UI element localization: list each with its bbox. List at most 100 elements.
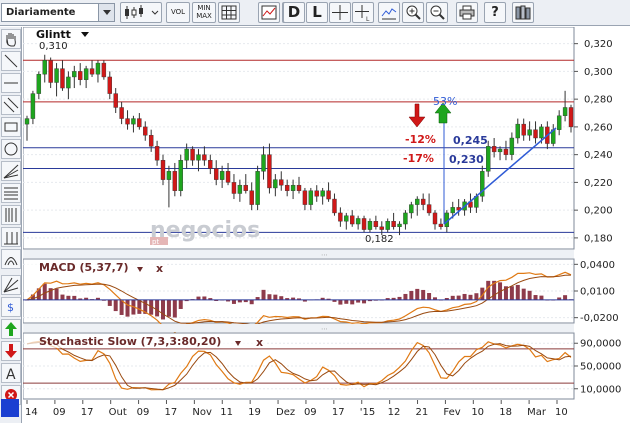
macd-axis: 0,0400 0,0100 -0,0200 — [574, 260, 619, 324]
macd-bar — [202, 296, 207, 300]
line-label: L — [312, 3, 322, 21]
macd-bar — [279, 296, 284, 300]
macd-bar — [137, 299, 142, 314]
splitter-grip-2[interactable]: ⋯ — [321, 325, 328, 333]
candle — [54, 68, 59, 83]
price-tick-label: 0,260 — [584, 122, 613, 133]
candle — [521, 123, 526, 136]
period-select[interactable]: Diariamente — [1, 3, 115, 22]
candle — [101, 62, 107, 78]
channel-tool-button[interactable] — [1, 95, 21, 115]
print-icon — [459, 5, 475, 20]
x-tick-label: 17 — [332, 407, 345, 418]
help-button[interactable]: ? — [484, 2, 506, 23]
macd-close-button[interactable]: x — [156, 262, 163, 275]
candle — [60, 68, 65, 89]
indicators-button[interactable] — [258, 2, 280, 23]
fibonacci-tool-button[interactable] — [1, 183, 21, 203]
library-button[interactable] — [512, 2, 534, 23]
macd-bar — [249, 299, 254, 305]
draw-tools-button[interactable] — [378, 2, 400, 23]
macd-label: MACD (5,37,7) — [39, 261, 129, 274]
panel-splitter-2[interactable] — [23, 324, 574, 332]
line-button[interactable]: L — [306, 2, 328, 23]
candle — [290, 184, 296, 191]
candle — [190, 148, 195, 161]
speed-lines-icon — [3, 277, 19, 293]
low-value-label: 0,182 — [365, 234, 394, 245]
crosshair-values-button[interactable]: L — [352, 2, 374, 23]
zoom-in-button[interactable] — [402, 2, 424, 23]
grid-button[interactable] — [218, 2, 240, 23]
candle — [72, 71, 77, 78]
watermark: negocios pt — [150, 218, 260, 246]
hand-icon — [6, 33, 16, 47]
macd-bar — [515, 284, 520, 300]
chart-type-button[interactable] — [120, 2, 162, 23]
splitter-grip[interactable]: ⋯ — [321, 251, 328, 259]
candle — [273, 179, 278, 189]
top-value-label: 0,310 — [39, 41, 68, 52]
candle — [261, 154, 266, 172]
cycle-tool-button[interactable] — [1, 227, 21, 247]
candle — [415, 198, 420, 205]
text-tool-button[interactable]: A — [1, 363, 21, 383]
dollar-icon: $ — [7, 301, 14, 314]
price-tick-label: 0,300 — [584, 67, 613, 78]
ellipse-tool-button[interactable] — [1, 139, 21, 159]
minmax-button[interactable]: MIN MAX — [192, 2, 216, 23]
color-swatch[interactable] — [1, 399, 19, 417]
candle — [338, 212, 343, 222]
macd-bar — [468, 294, 473, 300]
macd-bar — [509, 286, 514, 300]
candle — [42, 60, 47, 75]
zoom-out-button[interactable] — [426, 2, 448, 23]
x-tick-label: 14 — [25, 407, 38, 418]
macd-bar — [125, 299, 130, 317]
candle — [24, 118, 30, 125]
candle — [497, 148, 503, 153]
candle — [355, 218, 361, 225]
volume-button[interactable]: VOL — [166, 2, 190, 23]
candle — [450, 207, 455, 214]
fib-grid-tool-button[interactable] — [1, 205, 21, 225]
candle — [148, 135, 154, 147]
chart-area: negocios pt 53% -12% -17% 0,245 0,230 0,… — [23, 27, 621, 423]
daily-button[interactable]: D — [283, 2, 305, 23]
macd-bar — [166, 299, 171, 317]
panel-splitter[interactable] — [23, 250, 574, 258]
candle — [154, 146, 160, 161]
x-tick-label: Nov — [192, 407, 212, 418]
candle — [373, 221, 379, 228]
arc-tool-button[interactable] — [1, 249, 21, 269]
price-tick-label: 0,240 — [584, 150, 613, 161]
candle — [125, 118, 130, 125]
daily-label: D — [287, 3, 301, 21]
fan-tool-button[interactable] — [1, 161, 21, 181]
chevron-down-icon[interactable] — [98, 4, 114, 21]
macd-bar — [261, 289, 266, 300]
x-tick-label: 17 — [81, 407, 94, 418]
candle — [131, 118, 136, 125]
candle — [403, 212, 408, 225]
candle — [279, 179, 284, 186]
stoch-close-button[interactable]: x — [256, 336, 263, 349]
arrow-up-icon — [5, 322, 17, 336]
print-button[interactable] — [456, 2, 478, 23]
macd-bar — [338, 299, 343, 305]
candle — [539, 126, 544, 139]
buy-signal-button[interactable] — [1, 319, 21, 339]
sell-signal-button[interactable] — [1, 341, 21, 361]
svg-text:$: $ — [7, 301, 14, 314]
crosshair-button[interactable] — [329, 2, 351, 23]
line-tool-button[interactable] — [1, 51, 21, 71]
candlestick-icon — [125, 5, 159, 19]
candle — [249, 190, 254, 205]
speed-lines-button[interactable] — [1, 275, 21, 295]
rectangle-tool-button[interactable] — [1, 117, 21, 137]
stoch-tick-label: 50,0000 — [580, 362, 621, 373]
dollar-tool-button[interactable]: $ — [1, 297, 21, 317]
horizontal-line-button[interactable] — [1, 73, 21, 93]
pan-button[interactable] — [1, 29, 21, 49]
crosshair-values-icon: L — [355, 5, 370, 23]
